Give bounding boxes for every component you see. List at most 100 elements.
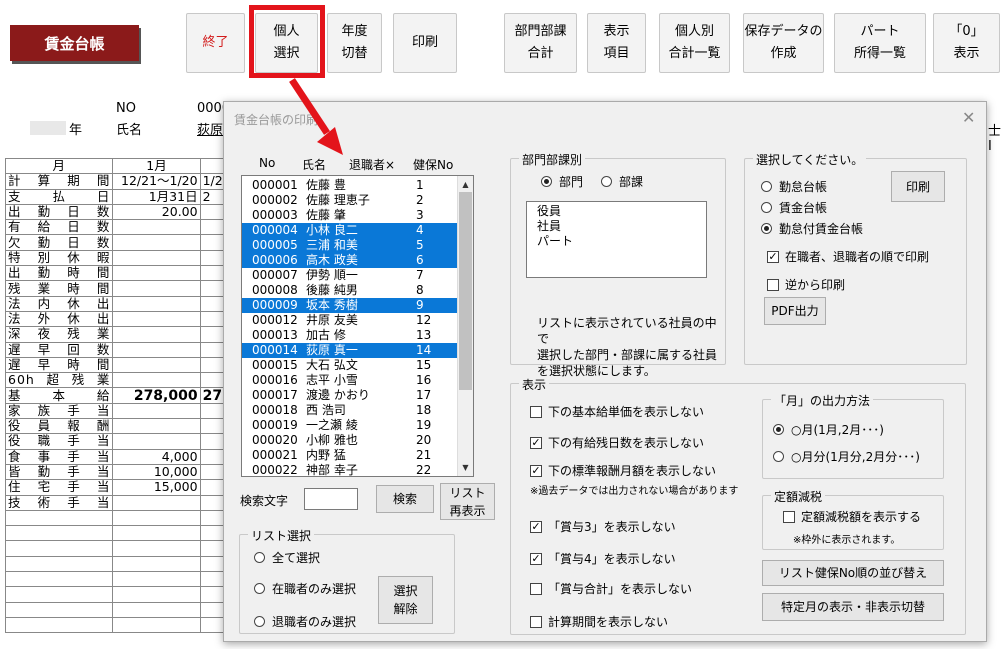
scroll-up-icon[interactable]: ▲ [460, 179, 471, 190]
sheet-row-value [112, 509, 201, 527]
toolbar-button-0[interactable]: 終了 [186, 13, 245, 73]
check-print-order[interactable]: ✓ 在職者、退職者の順で印刷 [767, 248, 929, 265]
radio-dept[interactable]: 部門 [541, 173, 583, 190]
employee-insurance-no: 1 [416, 178, 424, 192]
sheet-row-label [4, 571, 114, 588]
employee-row[interactable]: 000003 佐藤 肇 3 [242, 208, 458, 223]
employee-row[interactable]: 000014 荻原 真一 14 [242, 343, 458, 358]
check-hide-standard-pay[interactable]: ✓ 下の標準報酬月額を表示しない [530, 462, 716, 479]
sort-by-insurance-button[interactable]: リスト健保No順の並び替え [762, 560, 944, 586]
toolbar-button-5[interactable]: 表示 項目 [587, 13, 646, 73]
radio-attendance-wage-label: 勤怠付賃金台帳 [779, 222, 864, 236]
close-icon[interactable]: ✕ [962, 108, 975, 127]
employee-row[interactable]: 000019 一之瀬 綾 19 [242, 418, 458, 433]
toolbar-button-2[interactable]: 年度 切替 [327, 13, 382, 73]
radio-wage[interactable]: 賃金台帳 [761, 199, 827, 216]
radio-select-all[interactable]: 全て選択 [254, 549, 320, 566]
check-hide-paid-leave[interactable]: ✓ 下の有給残日数を表示しない [530, 434, 704, 451]
radio-month[interactable]: ○月(1月,2月･･･) [773, 421, 884, 438]
choose-legend: 選択してください。 [753, 151, 867, 168]
radio-section[interactable]: 部課 [601, 173, 643, 190]
sheet-row-value [112, 601, 201, 618]
employee-row[interactable]: 000001 佐藤 豊 1 [242, 178, 458, 193]
toolbar-button-8[interactable]: パート 所得一覧 [834, 13, 926, 73]
radio-select-active[interactable]: 在職者のみ選択 [254, 580, 356, 597]
scroll-thumb[interactable] [459, 192, 472, 390]
dept-item[interactable]: パート [537, 234, 696, 249]
pdf-output-button[interactable]: PDF出力 [764, 297, 826, 325]
checkbox-checked-icon: ✓ [530, 519, 542, 533]
search-button[interactable]: 検索 [376, 485, 434, 513]
employee-row[interactable]: 000013 加古 修 13 [242, 328, 458, 343]
sheet-row [4, 509, 231, 527]
check-hide-calc-period[interactable]: 計算期間を表示しない [530, 613, 668, 630]
sheet-row [4, 555, 231, 573]
sheet-row-value [112, 555, 201, 573]
employee-row[interactable]: 000008 後藤 純男 8 [242, 283, 458, 298]
sheet-row-label: 支払日 [4, 188, 114, 205]
radio-section-label: 部課 [619, 175, 644, 189]
employee-row[interactable]: 000015 大石 弘文 15 [242, 358, 458, 373]
employee-row[interactable]: 000012 井原 友美 12 [242, 313, 458, 328]
list-scrollbar[interactable]: ▲ ▼ [457, 176, 473, 476]
scroll-down-icon[interactable]: ▼ [460, 462, 471, 473]
toolbar-button-3[interactable]: 印刷 [393, 13, 457, 73]
sheet-row-label: 欠勤日数 [4, 234, 114, 251]
toolbar-button-4[interactable]: 部門部課 合計 [504, 13, 577, 73]
employee-row[interactable]: 000021 内野 猛 21 [242, 448, 458, 463]
employee-row[interactable]: 000022 神部 幸子 22 [242, 463, 458, 477]
sheet-row-value: 4,000 [112, 448, 201, 465]
employee-row[interactable]: 000007 伊勢 順一 7 [242, 268, 458, 283]
toolbar-button-9[interactable]: 「0」 表示 [933, 13, 1000, 73]
employee-insurance-no: 4 [416, 223, 424, 237]
employee-list[interactable]: 000001 佐藤 豊 1 000002 佐藤 理恵子 2 000003 佐藤 肇 3 00000… [241, 175, 474, 477]
toggle-special-month-button[interactable]: 特定月の表示・非表示切替 [762, 593, 944, 621]
no-label: NO [116, 101, 136, 116]
sheet-row-value [112, 418, 201, 435]
check-reverse-print[interactable]: 逆から印刷 [767, 276, 845, 293]
search-input[interactable] [304, 488, 358, 510]
employee-row[interactable]: 000017 渡邊 かおり 17 [242, 388, 458, 403]
sheet-row-value [112, 219, 201, 236]
clear-selection-button[interactable]: 選択 解除 [378, 576, 433, 624]
dept-item[interactable]: 役員 [537, 204, 696, 219]
dept-listbox[interactable]: 役員 社員 パート [526, 201, 707, 278]
check-hide-bonus3-label: 「賞与3」を表示しない [548, 520, 676, 534]
employee-row[interactable]: 000005 三浦 和美 5 [242, 238, 458, 253]
check-hide-bonus4[interactable]: ✓ 「賞与4」を表示しない [530, 550, 676, 567]
dept-item[interactable]: 社員 [537, 219, 696, 234]
toolbar-button-7[interactable]: 保存データの 作成 [743, 13, 824, 73]
employee-name: 神部 幸子 [306, 463, 358, 477]
employee-row[interactable]: 000018 西 浩司 18 [242, 403, 458, 418]
radio-icon [254, 552, 265, 563]
sheet-row: 遅早回数 [4, 341, 231, 358]
check-hide-bonus3[interactable]: ✓ 「賞与3」を表示しない [530, 518, 676, 535]
employee-name: 荻原 真一 [306, 343, 358, 357]
employee-row[interactable]: 000020 小柳 雅也 20 [242, 433, 458, 448]
employee-row[interactable]: 000002 佐藤 理恵子 2 [242, 193, 458, 208]
employee-row[interactable]: 000009 坂本 秀樹 9 [242, 298, 458, 313]
radio-select-retired[interactable]: 退職者のみ選択 [254, 613, 356, 630]
radio-dept-label: 部門 [559, 175, 584, 189]
toolbar-button-6[interactable]: 個人別 合計一覧 [659, 13, 730, 73]
employee-row[interactable]: 000006 高木 政美 6 [242, 253, 458, 268]
radio-attendance-wage[interactable]: 勤怠付賃金台帳 [761, 220, 863, 237]
radio-attendance[interactable]: 勤怠台帳 [761, 178, 827, 195]
check-hide-bonus-total[interactable]: 「賞与合計」を表示しない [530, 580, 692, 597]
sheet-row-label: 役員報酬 [4, 418, 114, 435]
check-hide-base-rate[interactable]: 下の基本給単価を表示しない [530, 403, 704, 420]
sheet-row-value: 10,000 [112, 463, 201, 481]
check-reverse-label: 逆から印刷 [785, 278, 846, 292]
list-header-no: No [259, 156, 276, 170]
radio-month-bun[interactable]: ○月分(1月分,2月分･･･) [773, 448, 920, 465]
name-value: 荻原 [197, 123, 224, 138]
employee-row[interactable]: 000016 志平 小雪 16 [242, 373, 458, 388]
relist-button[interactable]: リスト 再表示 [440, 483, 495, 520]
check-hide-paid-leave-label: 下の有給残日数を表示しない [548, 436, 705, 450]
employee-name: 三浦 和美 [306, 238, 358, 252]
sheet-row: 出勤日数 20.00 [4, 203, 231, 221]
radio-icon [773, 424, 784, 435]
print-button[interactable]: 印刷 [891, 171, 945, 202]
check-fixed-tax[interactable]: 定額減税額を表示する [783, 508, 921, 525]
employee-row[interactable]: 000004 小林 良二 4 [242, 223, 458, 238]
